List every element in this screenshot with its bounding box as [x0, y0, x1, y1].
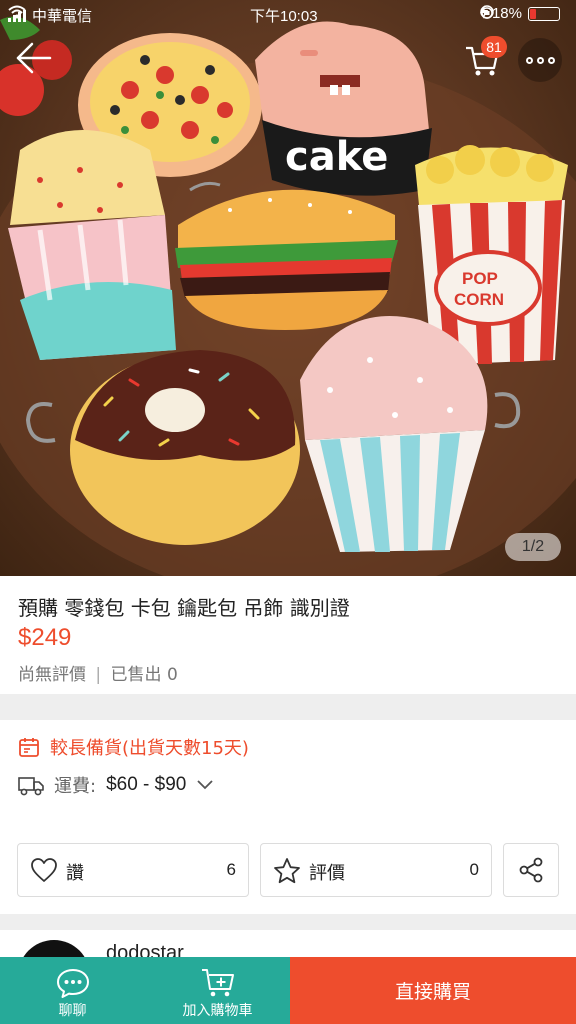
carrier-name: 中華電信 [32, 8, 93, 25]
heart-icon [31, 858, 57, 882]
status-bar: 中華電信 下午10:03 18% [0, 0, 576, 30]
arrow-left-icon [16, 42, 52, 74]
shipping-row[interactable]: 運費: $60 - $90 [18, 772, 214, 798]
image-counter: 1/2 [505, 533, 561, 561]
rating-sold-line: 尚無評價 | 已售出 0 [18, 660, 178, 685]
cake-text: cake [285, 134, 388, 180]
section-divider [0, 694, 576, 720]
rating-separator: | [95, 665, 102, 685]
status-bar-left: 中華電信 [8, 5, 98, 26]
battery-percent: 18% [491, 5, 522, 22]
calendar-icon [19, 738, 39, 757]
popcorn-text-pop: POP [462, 269, 498, 288]
chat-bubble-icon [56, 969, 89, 998]
buy-now-button[interactable]: 直接購買 [290, 957, 576, 1024]
add-cart-icon [201, 969, 234, 997]
cart-count-badge: 81 [481, 36, 507, 58]
more-dot-icon [525, 56, 533, 64]
chat-button[interactable]: 聊聊 [0, 957, 145, 1024]
preorder-text: 較長備貨(出貨天數15天) [50, 738, 249, 759]
like-label: 讚 [66, 863, 84, 884]
product-title: 預購 零錢包 卡包 鑰匙包 吊飾 識別證 [18, 596, 350, 620]
status-bar-right: 18% [479, 5, 566, 22]
more-options-button[interactable] [518, 38, 562, 82]
product-photo-illustration: cake POP CORN [0, 16, 576, 576]
like-button[interactable]: 讚 6 [17, 843, 249, 897]
star-icon [274, 858, 300, 884]
preorder-notice: 較長備貨(出貨天數15天) [18, 734, 249, 760]
shipping-label: 運費: [54, 776, 97, 797]
chat-label: 聊聊 [58, 1003, 87, 1019]
battery-icon [528, 6, 560, 21]
add-to-cart-label: 加入購物車 [182, 1003, 253, 1019]
sold-count: 已售出 0 [110, 665, 178, 685]
rating-text[interactable]: 尚無評價 [18, 665, 86, 685]
product-image[interactable]: cake POP CORN 中華電信 下午10:03 18% 81 1/2 [0, 0, 576, 576]
share-button[interactable] [503, 843, 559, 897]
product-price: $249 [18, 624, 72, 651]
more-dot-icon [536, 56, 544, 64]
more-dot-icon [547, 56, 555, 64]
chevron-down-icon [197, 780, 214, 790]
back-button[interactable] [14, 38, 58, 78]
section-divider [0, 914, 576, 930]
popcorn-text-corn: CORN [454, 290, 504, 309]
add-to-cart-button[interactable]: 加入購物車 [145, 957, 290, 1024]
review-label: 評價 [309, 863, 345, 884]
bottom-action-bar: 聊聊 加入購物車 直接購買 [0, 957, 576, 1024]
share-icon [519, 857, 543, 883]
review-count: 0 [469, 860, 479, 879]
status-time: 下午10:03 [250, 8, 318, 25]
like-count: 6 [226, 860, 236, 879]
shipping-value: $60 - $90 [106, 774, 187, 795]
review-button[interactable]: 評價 0 [260, 843, 492, 897]
truck-icon [18, 777, 44, 796]
